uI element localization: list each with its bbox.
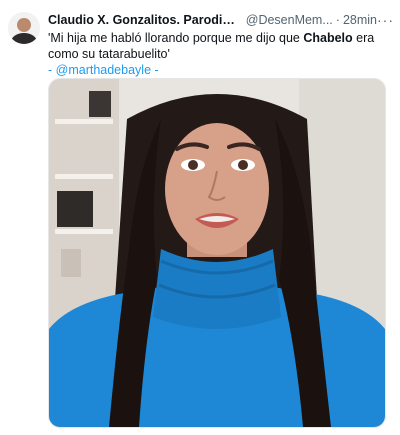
tweet-quote: 'Mi hija me habló llorando porque me dij… <box>48 30 380 62</box>
tweet-text: 'Mi hija me habló llorando porque me dij… <box>48 30 380 78</box>
mention-link[interactable]: @marthadebayle <box>56 63 151 77</box>
mention-line: - @marthadebayle - <box>48 62 380 78</box>
tweet-media[interactable] <box>48 78 386 428</box>
more-options-icon[interactable]: ··· <box>377 12 394 28</box>
tweet-time[interactable]: 28min <box>343 12 377 28</box>
author-avatar[interactable] <box>8 12 40 44</box>
author-handle[interactable]: @DesenMem... <box>246 12 333 28</box>
video-still-image <box>49 79 385 427</box>
mention-suffix: - <box>151 63 159 77</box>
tweet-card[interactable]: Claudio X. Gonzalitos. Parodia. #EsMore.… <box>0 0 400 435</box>
tweet-text-part1: 'Mi hija me habló llorando porque me dij… <box>48 31 304 45</box>
tweet-text-bold: Chabelo <box>303 31 353 45</box>
tweet-header: Claudio X. Gonzalitos. Parodia. #EsMore.… <box>48 12 394 28</box>
avatar-image <box>8 12 40 44</box>
author-name[interactable]: Claudio X. Gonzalitos. Parodia. #EsMore.… <box>48 12 242 28</box>
mention-prefix: - <box>48 63 56 77</box>
separator-dot: · <box>335 13 340 27</box>
